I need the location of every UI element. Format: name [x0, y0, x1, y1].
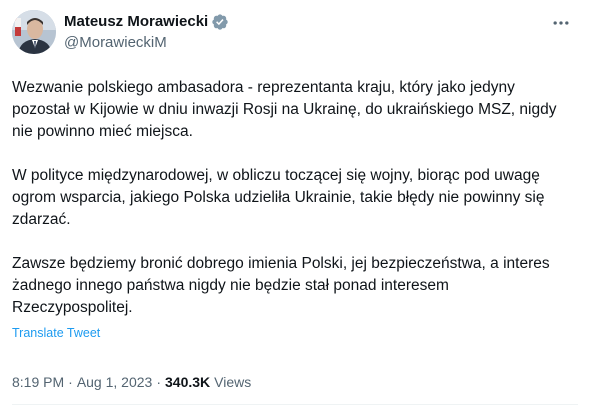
more-options-button[interactable]	[548, 12, 574, 34]
tweet-paragraph: Wezwanie polskiego ambasadora - reprezen…	[12, 79, 557, 140]
name-row: Mateusz Morawiecki	[64, 12, 229, 32]
tweet-date[interactable]: Aug 1, 2023	[77, 372, 153, 392]
avatar[interactable]	[12, 10, 56, 54]
meta-separator: ·	[156, 374, 161, 390]
tweet-header: Mateusz Morawiecki @MorawieckiM	[12, 10, 578, 62]
views-label: Views	[214, 374, 252, 390]
divider	[12, 404, 578, 405]
tweet-paragraph: W polityce międzynarodowej, w obliczu to…	[12, 167, 545, 228]
verified-badge-icon[interactable]	[211, 13, 229, 31]
tweet-paragraph: Zawsze będziemy bronić dobrego imienia P…	[12, 255, 550, 316]
translate-tweet-link[interactable]: Translate Tweet	[12, 325, 578, 341]
meta-separator: ·	[68, 374, 73, 390]
tweet-time[interactable]: 8:19 PM	[12, 372, 64, 392]
avatar-photo-icon	[12, 10, 56, 54]
views-count: 340.3K	[165, 374, 211, 390]
tweet-card: Mateusz Morawiecki @MorawieckiM Wezwanie…	[0, 0, 590, 410]
tweet-meta: 8:19 PM · Aug 1, 2023 · 340.3K Views	[12, 372, 251, 392]
author-names: Mateusz Morawiecki @MorawieckiM	[64, 12, 229, 53]
author-display-name[interactable]: Mateusz Morawiecki	[64, 12, 208, 32]
tweet-text: Wezwanie polskiego ambasadora - reprezen…	[12, 77, 572, 319]
more-horizontal-icon	[553, 21, 569, 25]
author-handle[interactable]: @MorawieckiM	[64, 33, 229, 53]
